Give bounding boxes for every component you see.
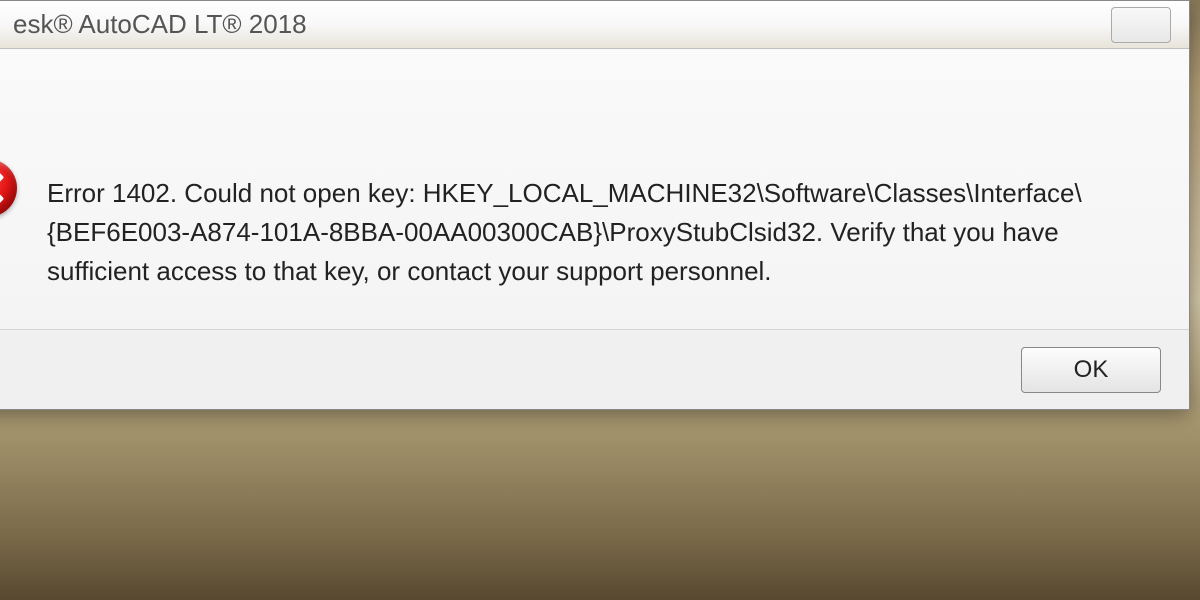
dialog-body: Error 1402. Could not open key: HKEY_LOC… [0, 49, 1189, 329]
ok-button[interactable]: OK [1021, 347, 1161, 393]
dialog-footer: OK [0, 329, 1189, 409]
error-dialog: esk® AutoCAD LT® 2018 Error 1402. Could … [0, 0, 1190, 410]
error-icon [0, 159, 17, 217]
window-title: esk® AutoCAD LT® 2018 [0, 9, 307, 40]
error-message: Error 1402. Could not open key: HKEY_LOC… [47, 69, 1107, 291]
error-icon-container [0, 69, 17, 217]
titlebar: esk® AutoCAD LT® 2018 [0, 1, 1189, 49]
close-button[interactable] [1111, 7, 1171, 43]
